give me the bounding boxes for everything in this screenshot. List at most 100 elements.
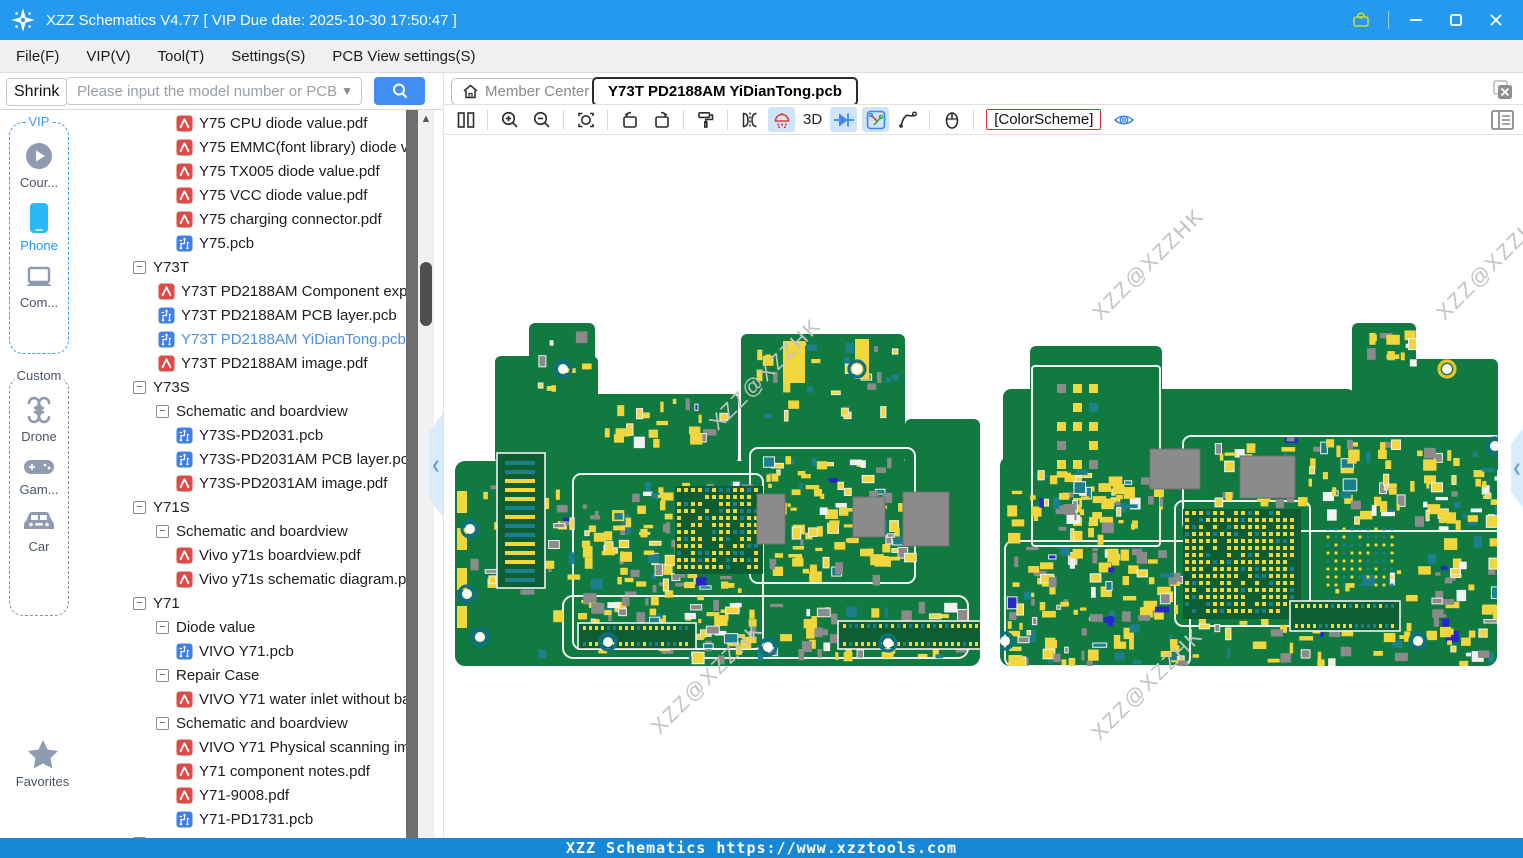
mirror-flip-button[interactable] — [736, 107, 763, 132]
eye-icon — [1113, 115, 1135, 124]
collapse-expander-icon[interactable]: − — [156, 404, 169, 418]
collapse-expander-icon[interactable]: − — [156, 620, 169, 634]
scroll-up-arrow-icon[interactable]: ▲ — [418, 111, 434, 127]
titlebar-separator — [1388, 11, 1389, 29]
tree-scrollbar-thumb[interactable] — [420, 262, 432, 326]
tree-item[interactable]: − Y73T — [85, 255, 406, 279]
mouse-button[interactable] — [938, 107, 965, 132]
pcb-board-left[interactable] — [455, 323, 990, 666]
panel-toggle-button[interactable] — [1490, 108, 1515, 132]
search-input[interactable] — [67, 82, 342, 100]
collapse-expander-icon[interactable]: − — [156, 668, 169, 682]
play-circle-icon — [26, 143, 52, 169]
tree-item[interactable]: Y73T PD2188AM Component expla — [85, 279, 406, 303]
collapse-expander-icon[interactable]: − — [156, 716, 169, 730]
tree-item[interactable]: VIVO Y71 water inlet without ba — [85, 687, 406, 711]
rail-item-game[interactable]: Gam... — [10, 456, 68, 497]
rail-item-drone[interactable]: Drone — [10, 395, 68, 444]
menu-pcb-view-settings[interactable]: PCB View settings(S) — [332, 48, 475, 65]
search-button[interactable] — [374, 77, 425, 105]
split-view-button[interactable] — [452, 107, 479, 132]
zoom-out-button[interactable] — [528, 107, 555, 132]
paint-roller-button[interactable] — [692, 107, 719, 132]
maximize-button[interactable] — [1443, 7, 1469, 33]
briefcase-icon[interactable] — [1348, 7, 1374, 33]
left-rail: VIP Cour... Phone Com... Custom Drone Ga… — [0, 110, 85, 838]
chevron-down-icon[interactable]: ▼ — [341, 84, 353, 98]
toolbar-separator — [563, 109, 564, 130]
rail-item-course[interactable]: Cour... — [10, 141, 68, 190]
collapse-expander-icon[interactable]: − — [133, 260, 146, 274]
tree-item[interactable]: − Y71S — [85, 495, 406, 519]
zoom-in-button[interactable] — [496, 107, 523, 132]
tree-item-label: Y75.pcb — [199, 234, 255, 252]
tree-item[interactable]: Y71-PD1731.pcb — [85, 807, 406, 831]
shrink-button[interactable]: Shrink — [6, 78, 68, 106]
tree-item[interactable]: − Y71 — [85, 591, 406, 615]
tree-item[interactable]: Y75 charging connector.pdf — [85, 207, 406, 231]
pdf-file-icon — [176, 691, 193, 708]
tree-splitter-bar[interactable] — [406, 110, 418, 838]
3d-view-button[interactable]: 3D — [800, 107, 825, 132]
minimize-button[interactable] — [1403, 7, 1429, 33]
tree-item[interactable]: Y75 CPU diode value.pdf — [85, 111, 406, 135]
curve-button[interactable] — [894, 107, 921, 132]
tree-item[interactable]: − Diode value — [85, 615, 406, 639]
laptop-icon — [26, 266, 52, 286]
member-center-button[interactable]: Member Center — [451, 78, 601, 105]
rail-item-phone[interactable]: Phone — [10, 202, 68, 253]
collapse-expander-icon[interactable]: − — [156, 524, 169, 538]
tree-item[interactable]: − Y7 — [85, 831, 406, 838]
close-button[interactable] — [1483, 7, 1509, 33]
tree-item[interactable]: − Schematic and boardview — [85, 711, 406, 735]
tree-item[interactable]: − Y73S — [85, 375, 406, 399]
rail-item-favorites[interactable]: Favorites — [0, 738, 85, 789]
tree-item[interactable]: Y75 VCC diode value.pdf — [85, 183, 406, 207]
tree-item[interactable]: Y75 TX005 diode value.pdf — [85, 159, 406, 183]
tree-item[interactable]: Y71-9008.pdf — [85, 783, 406, 807]
collapse-expander-icon[interactable]: − — [133, 500, 146, 514]
lamp-button[interactable] — [768, 107, 795, 132]
tree-item[interactable]: Y73S-PD2031AM PCB layer.pcb — [85, 447, 406, 471]
tree-item[interactable]: Vivo y71s boardview.pdf — [85, 543, 406, 567]
collapse-expander-icon[interactable]: − — [133, 380, 146, 394]
collapse-expander-icon[interactable]: − — [133, 596, 146, 610]
tree-item[interactable]: Y73T PD2188AM PCB layer.pcb — [85, 303, 406, 327]
fit-screen-button[interactable] — [572, 107, 599, 132]
menu-tool[interactable]: Tool(T) — [158, 48, 205, 65]
tree-item[interactable]: Y73T PD2188AM YiDianTong.pcb — [85, 327, 406, 351]
probe-measure-button[interactable] — [862, 107, 890, 132]
rail-item-computer[interactable]: Com... — [10, 265, 68, 310]
menu-vip[interactable]: VIP(V) — [86, 48, 130, 65]
pcb-file-icon — [176, 643, 193, 660]
tree-item[interactable]: − Schematic and boardview — [85, 399, 406, 423]
tree-item[interactable]: − Schematic and boardview — [85, 519, 406, 543]
tree-item[interactable]: Y73S-PD2031AM image.pdf — [85, 471, 406, 495]
tree-item[interactable]: Y73S-PD2031.pcb — [85, 423, 406, 447]
menu-file[interactable]: File(F) — [16, 48, 59, 65]
pcb-board-right[interactable] — [997, 323, 1507, 670]
rail-item-car[interactable]: Car — [10, 509, 68, 554]
eye-button[interactable] — [1110, 107, 1137, 132]
tree-item[interactable]: Y75.pcb — [85, 231, 406, 255]
rotate-right-button[interactable] — [648, 107, 675, 132]
tree-item[interactable]: VIVO Y71 Physical scanning ima — [85, 735, 406, 759]
pcb-file-icon — [176, 811, 193, 828]
diode-button[interactable] — [830, 107, 858, 132]
tree-item[interactable]: − Repair Case — [85, 663, 406, 687]
rotate-left-button[interactable] — [616, 107, 643, 132]
tree-item[interactable]: Y73T PD2188AM image.pdf — [85, 351, 406, 375]
document-tab[interactable]: Y73T PD2188AM YiDianTong.pcb — [592, 77, 858, 106]
tree-item[interactable]: VIVO Y71.pcb — [85, 639, 406, 663]
colorscheme-button[interactable]: [ColorScheme] — [986, 109, 1102, 130]
close-panel-button[interactable] — [1492, 79, 1514, 101]
tree-item[interactable]: Y75 EMMC(font library) diode v — [85, 135, 406, 159]
rail-item-favorites-label: Favorites — [15, 774, 70, 789]
pcb-canvas[interactable]: XZZ@XZZHK XZZ@XZZHK XZZ@XZZHK XZZ@XZZHK XZZ@… — [445, 136, 1523, 838]
tree-item-label: VIVO Y71 water inlet without ba — [199, 690, 406, 708]
tree-item[interactable]: Vivo y71s schematic diagram.pc — [85, 567, 406, 591]
member-center-label: Member Center — [485, 83, 590, 100]
tree-item[interactable]: Y71 component notes.pdf — [85, 759, 406, 783]
menu-settings[interactable]: Settings(S) — [231, 48, 305, 65]
tree-item-label: Y73S-PD2031AM image.pdf — [199, 474, 388, 492]
